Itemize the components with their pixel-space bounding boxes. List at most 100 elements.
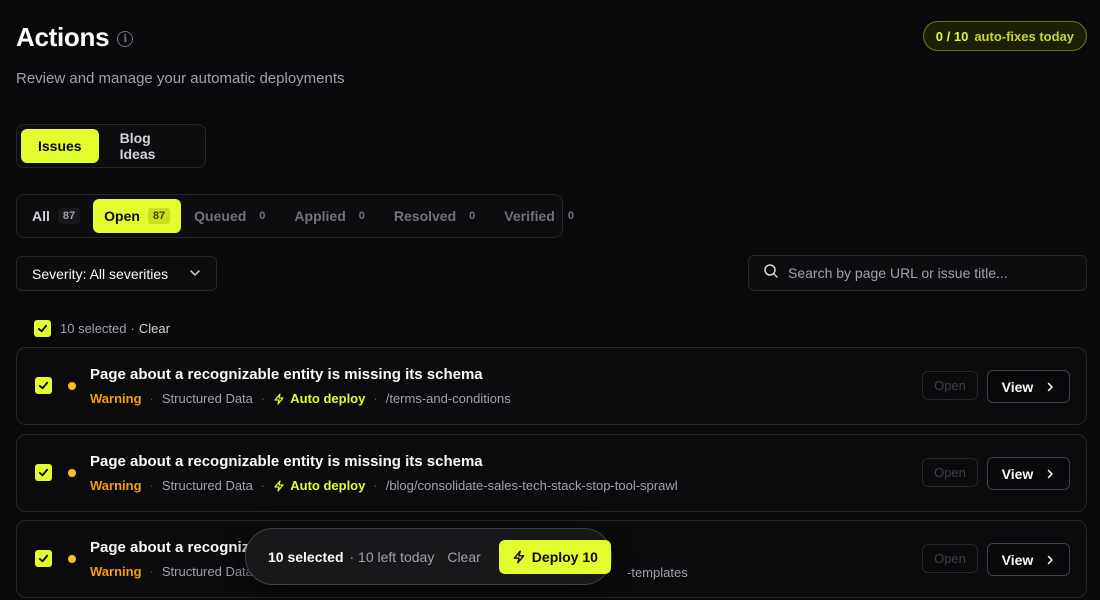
auto-deploy-label: Auto deploy [290, 391, 366, 406]
auto-deploy-badge: Auto deploy [273, 478, 365, 493]
issue-meta: Warning · Structured Data · Auto deploy … [90, 478, 678, 493]
issue-title[interactable]: Page about a recognizable entity is miss… [90, 366, 483, 383]
meta-separator: · [149, 564, 154, 579]
issue-meta: Warning · Structured Data [90, 564, 253, 579]
issue-checkbox[interactable] [35, 377, 52, 394]
filter-tab-count: 87 [147, 208, 171, 224]
page-header: Actions i Review and manage your automat… [16, 22, 345, 87]
info-icon[interactable]: i [117, 31, 134, 47]
bulk-selected-count: 10 selected [268, 548, 344, 565]
severity-dropdown[interactable]: Severity: All severities [16, 256, 217, 291]
issue-path: /blog/consolidate-sales-tech-stack-stop-… [385, 478, 678, 493]
severity-dot-icon [68, 382, 76, 390]
open-button[interactable]: Open [922, 544, 978, 573]
open-button[interactable]: Open [922, 458, 978, 487]
search-input[interactable] [788, 265, 1072, 281]
clear-selection-link[interactable]: Clear [139, 321, 170, 336]
page-title: Actions [16, 22, 110, 52]
view-button[interactable]: View [987, 543, 1070, 576]
meta-separator: · [373, 478, 378, 493]
issue-category: Structured Data [161, 564, 253, 579]
filter-tab-queued[interactable]: Queued 0 [183, 199, 281, 233]
search-box [748, 255, 1087, 291]
open-button[interactable]: Open [922, 371, 978, 400]
issue-path: /terms-and-conditions [385, 391, 511, 406]
issue-category: Structured Data [161, 391, 253, 406]
quota-label: auto-fixes today [974, 28, 1074, 44]
severity-dropdown-value: Severity: All severities [32, 265, 169, 282]
quota-count: 0 / 10 [935, 28, 969, 44]
filter-tab-label: Queued [194, 208, 247, 224]
separator: · [130, 321, 135, 336]
severity-label: Warning [90, 478, 142, 493]
lightning-icon [513, 549, 525, 564]
meta-separator: · [373, 391, 378, 406]
chevron-down-icon [189, 266, 201, 282]
issue-meta: Warning · Structured Data · Auto deploy … [90, 391, 511, 406]
auto-deploy-badge: Auto deploy [273, 391, 365, 406]
filter-tab-count: 0 [469, 210, 476, 222]
deploy-button[interactable]: Deploy 10 [498, 539, 611, 574]
filter-tab-label: Open [104, 208, 140, 224]
issue-checkbox[interactable] [35, 550, 52, 567]
meta-separator: · [149, 391, 154, 406]
filter-tab-all[interactable]: All 87 [21, 199, 91, 233]
view-button[interactable]: View [987, 370, 1070, 403]
issue-title[interactable]: Page about a recognizable entity is miss… [90, 453, 483, 470]
issue-card[interactable]: Page about a recognizable entity is miss… [16, 434, 1087, 512]
issue-category: Structured Data [161, 478, 253, 493]
deploy-button-label: Deploy 10 [531, 548, 598, 565]
issue-checkbox[interactable] [35, 464, 52, 481]
check-icon [38, 554, 49, 563]
filter-tab-label: All [32, 208, 50, 224]
filter-tab-count: 87 [57, 208, 81, 224]
tab-issues[interactable]: Issues [21, 129, 99, 163]
view-button-label: View [1001, 378, 1034, 395]
filter-tab-resolved[interactable]: Resolved 0 [383, 199, 491, 233]
filter-tab-applied[interactable]: Applied 0 [283, 199, 380, 233]
view-button-label: View [1001, 551, 1034, 568]
issue-path: -templates [627, 565, 688, 580]
view-button-label: View [1001, 465, 1034, 482]
chevron-right-icon [1048, 469, 1054, 478]
meta-separator: · [260, 478, 266, 493]
bulk-action-bar: 10 selected · 10 left today Clear Deploy… [245, 528, 612, 585]
check-icon [38, 381, 49, 390]
view-button[interactable]: View [987, 457, 1070, 490]
title-row: Actions i [16, 22, 345, 53]
tab-blog-ideas[interactable]: Blog Ideas [103, 129, 201, 163]
filter-tab-count: 0 [567, 210, 574, 222]
meta-separator: · [149, 478, 154, 493]
chevron-right-icon [1048, 382, 1054, 391]
select-all-checkbox[interactable] [34, 320, 51, 337]
page-subtitle: Review and manage your automatic deploym… [16, 70, 345, 87]
search-icon [763, 263, 779, 284]
main-tabs: Issues Blog Ideas [16, 124, 206, 168]
lightning-icon [274, 479, 284, 492]
auto-fix-quota-badge: 0 / 10 auto-fixes today [922, 21, 1087, 51]
status-filter-tabs: All 87 Open 87 Queued 0 Applied 0 Resolv… [16, 194, 574, 238]
filter-tab-label: Resolved [393, 208, 457, 224]
filter-tab-open[interactable]: Open 87 [93, 199, 182, 233]
severity-dot-icon [68, 469, 76, 477]
issue-card[interactable]: Page about a recognizable entity is miss… [16, 347, 1087, 425]
filter-tab-label: Verified [504, 208, 555, 224]
filter-tab-count: 0 [358, 210, 365, 222]
severity-label: Warning [90, 564, 142, 579]
check-icon [37, 324, 48, 333]
severity-label: Warning [90, 391, 142, 406]
chevron-right-icon [1048, 555, 1054, 564]
filter-tab-count: 0 [259, 210, 266, 222]
check-icon [38, 468, 49, 477]
bulk-remaining-today: · 10 left today [349, 548, 435, 565]
filter-tab-label: Applied [294, 208, 346, 224]
selection-bar: 10 selected · Clear [34, 320, 170, 337]
issue-title[interactable]: Page about a recogniz [90, 539, 249, 556]
lightning-icon [274, 392, 284, 405]
filter-tab-verified[interactable]: Verified 0 [493, 199, 590, 233]
selected-count: 10 selected [60, 321, 127, 336]
bulk-clear-button[interactable]: Clear [447, 549, 480, 565]
meta-separator: · [260, 391, 266, 406]
severity-dot-icon [68, 555, 76, 563]
auto-deploy-label: Auto deploy [290, 478, 366, 493]
